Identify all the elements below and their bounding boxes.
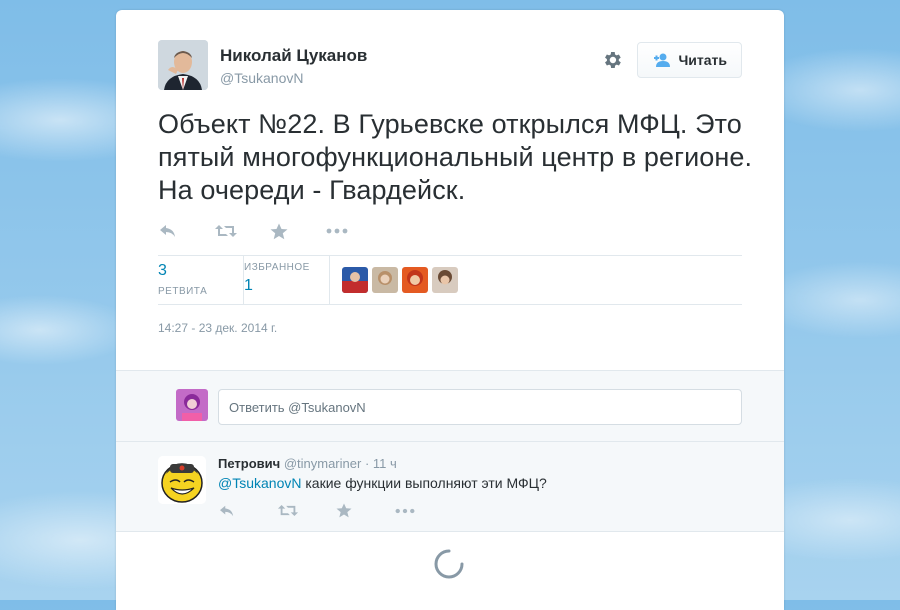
engager-avatar[interactable] [372, 267, 398, 293]
reply-actions [218, 503, 547, 518]
favorites-stat[interactable]: ИЗБРАННОЕ 1 [244, 256, 330, 304]
reply-tweet: Петрович @tinymariner · 11 ч @TsukanovN … [116, 442, 784, 532]
reply-message: какие функции выполняют эти МФЦ? [301, 475, 547, 491]
current-user-avatar [176, 389, 208, 421]
more-icon [326, 228, 348, 234]
tweet-actions [158, 221, 742, 241]
favorites-count: 1 [244, 277, 253, 294]
reply-favorite-button[interactable] [336, 503, 395, 518]
retweets-stat[interactable]: 3 РЕТВИТА [158, 256, 244, 304]
reply-box: Ответить @TsukanovN [116, 370, 784, 442]
retweet-icon [277, 505, 299, 516]
engager-avatar[interactable] [402, 267, 428, 293]
header-actions: Читать [601, 42, 742, 78]
spinner-icon [434, 549, 464, 579]
gear-icon[interactable] [601, 49, 623, 71]
reply-retweet-button[interactable] [277, 503, 336, 518]
reply-more-button[interactable] [395, 508, 454, 514]
retweet-button[interactable] [214, 223, 270, 239]
retweet-icon [215, 225, 237, 237]
reply-author-name[interactable]: Петрович [218, 456, 280, 471]
reply-separator: · [364, 456, 370, 471]
tweet-timestamp[interactable]: 14:27 - 23 дек. 2014 г. [158, 321, 742, 335]
star-icon [336, 503, 352, 518]
reply-reply-button[interactable] [218, 504, 277, 518]
reply-input[interactable]: Ответить @TsukanovN [218, 389, 742, 425]
author-fullname[interactable]: Николай Цуканов [220, 46, 367, 66]
loading-area [116, 532, 784, 610]
reply-button[interactable] [158, 223, 214, 239]
add-user-icon [654, 53, 671, 67]
tweet-stats: 3 РЕТВИТА ИЗБРАННОЕ 1 [158, 255, 742, 305]
reply-time[interactable]: 11 ч [373, 456, 397, 471]
reply-text: @TsukanovN какие функции выполняют эти М… [218, 475, 547, 491]
reply-author-username[interactable]: @tinymariner [284, 456, 362, 471]
reply-icon [160, 225, 175, 237]
author-names: Николай Цуканов @TsukanovN [220, 46, 367, 86]
more-icon [395, 508, 415, 513]
follow-button-label: Читать [678, 52, 727, 68]
author-username[interactable]: @TsukanovN [220, 70, 367, 86]
reply-body: Петрович @tinymariner · 11 ч @TsukanovN … [218, 456, 547, 518]
tweet-text: Объект №22. В Гурьевске открылся МФЦ. Эт… [158, 109, 753, 205]
favorite-button[interactable] [270, 223, 326, 240]
retweets-label: РЕТВИТА [158, 286, 208, 297]
author-avatar[interactable] [158, 40, 208, 90]
follow-button[interactable]: Читать [637, 42, 742, 78]
more-button[interactable] [326, 228, 382, 234]
engager-avatars [330, 256, 462, 304]
reply-author-avatar[interactable] [158, 456, 206, 504]
reply-icon [220, 505, 234, 516]
favorites-label: ИЗБРАННОЕ [244, 262, 310, 273]
retweets-count: 3 [158, 262, 167, 279]
main-tweet: Николай Цуканов @TsukanovN Читать Объект… [116, 10, 784, 370]
engager-avatar[interactable] [432, 267, 458, 293]
tweet-header: Николай Цуканов @TsukanovN Читать [158, 40, 742, 90]
star-icon [270, 223, 288, 239]
reply-mention[interactable]: @TsukanovN [218, 475, 301, 491]
tweet-card: Николай Цуканов @TsukanovN Читать Объект… [116, 10, 784, 610]
engager-avatar[interactable] [342, 267, 368, 293]
reply-header: Петрович @tinymariner · 11 ч [218, 456, 547, 471]
